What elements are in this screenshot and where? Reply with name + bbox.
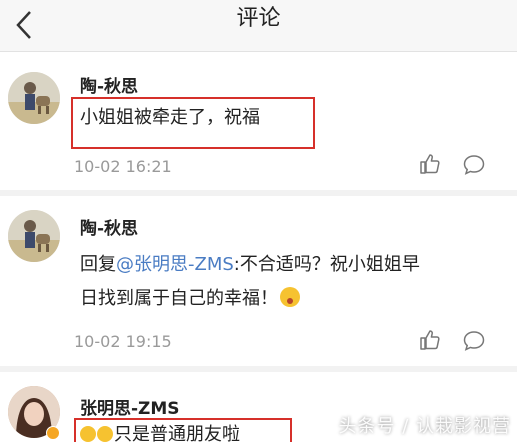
divider: [0, 190, 517, 196]
like-icon[interactable]: [418, 152, 442, 176]
reply-text-continued: 日找到属于自己的幸福！: [80, 288, 278, 309]
timestamp: 10-02 19:15: [74, 332, 172, 351]
timestamp: 10-02 16:21: [74, 157, 172, 176]
avatar[interactable]: [8, 72, 60, 124]
mention-link[interactable]: @张明思-ZMS: [116, 254, 234, 275]
divider: [0, 366, 517, 372]
username[interactable]: 张明思-ZMS: [80, 394, 180, 419]
comment-icon[interactable]: [462, 153, 486, 177]
highlight-box: [74, 418, 292, 442]
like-icon[interactable]: [418, 328, 442, 352]
comment-text: 回复@张明思-ZMS:不合适吗？祝小姐姐早: [80, 250, 420, 280]
reply-label: 回复: [80, 254, 116, 275]
avatar[interactable]: [8, 210, 60, 262]
username[interactable]: 陶-秋思: [80, 72, 138, 97]
username[interactable]: 陶-秋思: [80, 214, 138, 239]
highlight-box: [71, 97, 315, 149]
top-bar: 评论: [0, 0, 517, 52]
emoji-icon: [280, 287, 300, 307]
comment-text-line2: 日找到属于自己的幸福！: [80, 284, 300, 314]
watermark: 头条号 / 认栽影视营: [338, 416, 511, 437]
reply-text: :不合适吗？祝小姐姐早: [233, 254, 420, 275]
comment-icon[interactable]: [462, 329, 486, 353]
verified-badge-icon: [46, 426, 60, 440]
page-title: 评论: [236, 6, 281, 31]
